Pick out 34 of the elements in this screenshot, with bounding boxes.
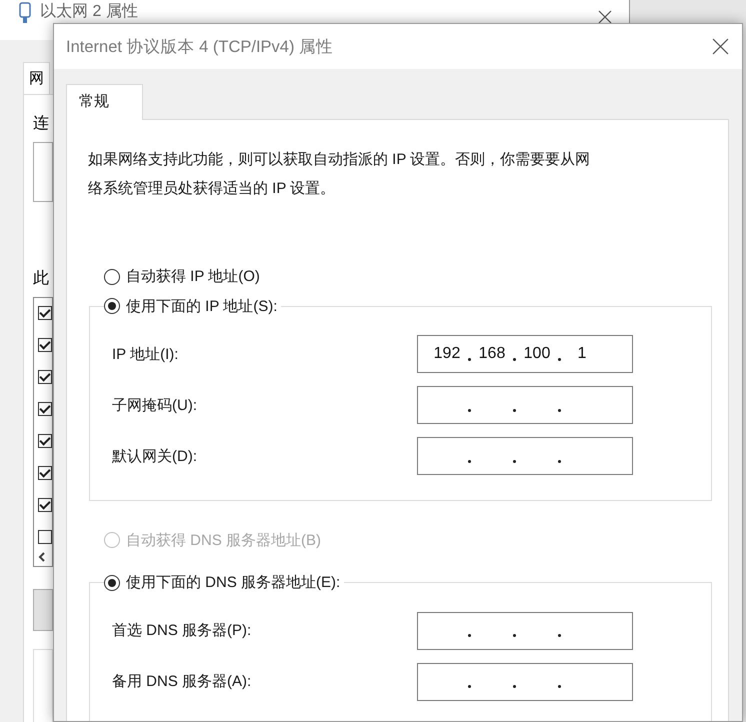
field-label: 默认网关(D):: [112, 446, 198, 466]
close-icon[interactable]: [597, 9, 613, 25]
tab[interactable]: 网: [23, 62, 50, 94]
field-label: 子网掩码(U):: [112, 396, 198, 414]
window-title: 以太网 2 属性: [40, 2, 138, 21]
section-label: 此: [33, 268, 49, 289]
radio-button[interactable]: [104, 574, 120, 590]
checkbox[interactable]: [38, 402, 52, 416]
checkbox[interactable]: [38, 530, 52, 544]
address-field[interactable]: [417, 612, 633, 650]
radio-button[interactable]: [104, 298, 120, 314]
scroll-left-icon[interactable]: [38, 552, 46, 562]
tab[interactable]: 常规: [66, 84, 143, 120]
option-label[interactable]: 使用下面的 IP 地址(S):: [126, 296, 278, 316]
field-label: 备用 DNS 服务器(A):: [112, 672, 252, 691]
option-label[interactable]: 自动获得 IP 地址(O): [126, 267, 260, 286]
field-label: 首选 DNS 服务器(P):: [112, 621, 252, 640]
radio-button[interactable]: [104, 268, 120, 284]
address-field[interactable]: [417, 437, 633, 475]
option-label[interactable]: 使用下面的 DNS 服务器地址(E):: [126, 573, 340, 592]
field-label: IP 地址(I):: [112, 344, 180, 364]
checkbox[interactable]: [38, 434, 52, 448]
checkbox[interactable]: [38, 466, 52, 480]
checkbox[interactable]: [38, 370, 52, 384]
checkbox[interactable]: [38, 338, 52, 352]
close-icon[interactable]: [712, 38, 729, 55]
window-title: Internet 协议版本 4 (TCP/IPv4) 属性: [66, 36, 334, 58]
checkbox[interactable]: [38, 498, 52, 512]
address-field[interactable]: [417, 662, 633, 700]
section-label: 连: [33, 114, 49, 134]
checkbox[interactable]: [38, 306, 52, 320]
address-field[interactable]: [417, 386, 633, 424]
description-text: 如果网络支持此功能，则可以获取自动指派的 IP 设置。否则，你需要要从网络系统管理员处获得适当的 IP 设置。: [88, 150, 592, 199]
address-field[interactable]: 192 168 100 1: [417, 335, 633, 373]
